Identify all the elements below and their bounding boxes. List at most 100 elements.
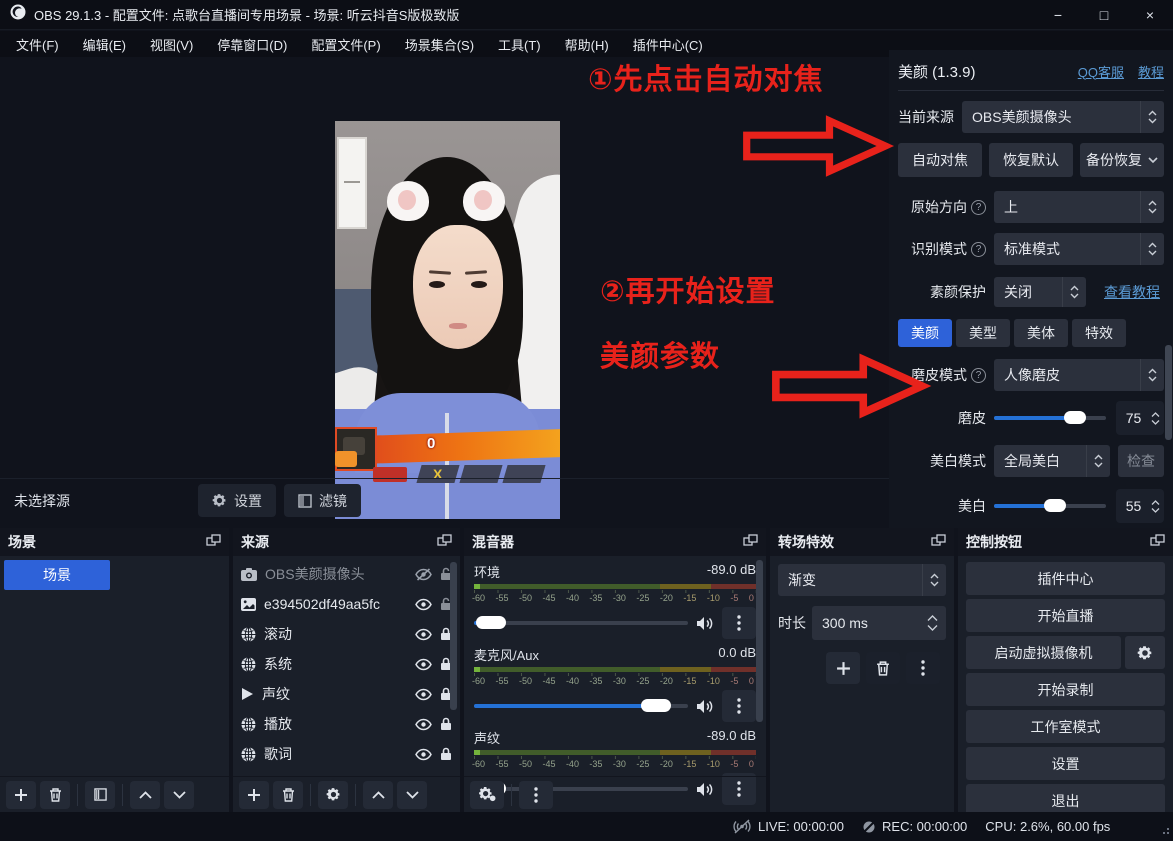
chevron-updown-icon[interactable]: [922, 564, 946, 596]
minimize-button[interactable]: −: [1035, 0, 1081, 30]
eye-icon[interactable]: [415, 598, 432, 611]
channel-menu-button[interactable]: [722, 607, 756, 639]
backup-restore-button[interactable]: 备份恢复: [1080, 143, 1164, 177]
move-scene-down-button[interactable]: [164, 781, 194, 809]
source-row-system[interactable]: 系统: [233, 649, 460, 679]
move-source-down-button[interactable]: [397, 781, 427, 809]
chevron-updown-icon[interactable]: [1140, 101, 1164, 133]
video-preview[interactable]: 0 X: [335, 121, 560, 519]
duration-spinbox[interactable]: 300 ms: [812, 606, 946, 640]
chevron-updown-icon[interactable]: [1140, 191, 1164, 223]
menu-docks[interactable]: 停靠窗口(D): [205, 31, 299, 57]
smooth-slider[interactable]: [994, 416, 1106, 420]
remove-transition-button[interactable]: [866, 652, 900, 684]
chevron-updown-icon[interactable]: [1140, 233, 1164, 265]
move-scene-up-button[interactable]: [130, 781, 160, 809]
scene-item[interactable]: 场景: [4, 560, 110, 590]
tab-effects[interactable]: 特效: [1072, 319, 1126, 347]
eye-icon[interactable]: [415, 658, 432, 671]
resize-grip[interactable]: [1160, 823, 1170, 838]
remove-scene-button[interactable]: [40, 781, 70, 809]
smooth-slider-handle[interactable]: [1064, 411, 1086, 424]
detect-mode-select[interactable]: 标准模式: [994, 233, 1164, 265]
transition-select[interactable]: 渐变: [778, 564, 946, 596]
advanced-audio-button[interactable]: [470, 781, 504, 809]
popout-icon[interactable]: [206, 534, 221, 550]
source-row-scroll[interactable]: 滚动: [233, 619, 460, 649]
source-properties-button[interactable]: [318, 781, 348, 809]
move-source-up-button[interactable]: [363, 781, 393, 809]
smooth-value-stepper[interactable]: 75: [1116, 401, 1164, 435]
tutorial-link[interactable]: 教程: [1138, 62, 1164, 81]
menu-view[interactable]: 视图(V): [138, 31, 205, 57]
orientation-select[interactable]: 上: [994, 191, 1164, 223]
source-row-lyrics[interactable]: 歌词: [233, 739, 460, 769]
whiten-value-stepper[interactable]: 55: [1116, 489, 1164, 523]
virtual-camera-settings-button[interactable]: [1125, 636, 1165, 669]
whiten-slider-handle[interactable]: [1044, 499, 1066, 512]
source-filters-button[interactable]: 滤镜: [284, 484, 361, 517]
speaker-icon[interactable]: [696, 699, 714, 714]
tab-beauty[interactable]: 美颜: [898, 319, 952, 347]
chevron-updown-icon[interactable]: [1140, 359, 1164, 391]
fader-handle[interactable]: [476, 616, 506, 629]
bareface-select[interactable]: 关闭: [994, 277, 1086, 307]
menu-plugin-center[interactable]: 插件中心(C): [621, 31, 715, 57]
popout-icon[interactable]: [1150, 534, 1165, 550]
source-row-image[interactable]: e394502df49aa5fc: [233, 589, 460, 619]
start-recording-button[interactable]: 开始录制: [966, 673, 1165, 706]
menu-profile[interactable]: 配置文件(P): [299, 31, 392, 57]
source-row-play[interactable]: 播放: [233, 709, 460, 739]
mixer-menu-button[interactable]: [519, 781, 553, 809]
check-button[interactable]: 检查: [1118, 445, 1164, 477]
chevron-updown-icon[interactable]: [1062, 277, 1086, 307]
eye-icon[interactable]: [415, 628, 432, 641]
speaker-icon[interactable]: [696, 616, 714, 631]
source-row-media[interactable]: 声纹: [233, 679, 460, 709]
menu-file[interactable]: 文件(F): [4, 31, 71, 57]
help-icon[interactable]: ?: [971, 242, 986, 257]
menu-scene-collection[interactable]: 场景集合(S): [393, 31, 486, 57]
add-transition-button[interactable]: [826, 652, 860, 684]
lock-icon[interactable]: [440, 747, 452, 761]
scene-filters-button[interactable]: [85, 781, 115, 809]
add-source-button[interactable]: [239, 781, 269, 809]
restore-default-button[interactable]: 恢复默认: [989, 143, 1073, 177]
menu-edit[interactable]: 编辑(E): [71, 31, 138, 57]
eye-slash-icon[interactable]: [415, 568, 432, 581]
channel-menu-button[interactable]: [722, 690, 756, 722]
source-settings-button[interactable]: 设置: [198, 484, 276, 517]
settings-button[interactable]: 设置: [966, 747, 1165, 780]
tab-body[interactable]: 美体: [1014, 319, 1068, 347]
beauty-panel-scrollbar[interactable]: [1165, 345, 1172, 440]
add-scene-button[interactable]: [6, 781, 36, 809]
popout-icon[interactable]: [437, 534, 452, 550]
qq-support-link[interactable]: QQ客服: [1078, 62, 1124, 81]
start-virtual-camera-button[interactable]: 启动虚拟摄像机: [966, 636, 1121, 669]
remove-source-button[interactable]: [273, 781, 303, 809]
menu-help[interactable]: 帮助(H): [553, 31, 621, 57]
sources-scrollbar[interactable]: [450, 562, 457, 710]
maximize-button[interactable]: □: [1081, 0, 1127, 30]
autofocus-button[interactable]: 自动对焦: [898, 143, 982, 177]
lock-icon[interactable]: [440, 717, 452, 731]
menu-tools[interactable]: 工具(T): [486, 31, 553, 57]
current-source-select[interactable]: OBS美颜摄像头: [962, 101, 1164, 133]
popout-icon[interactable]: [743, 534, 758, 550]
smooth-mode-select[interactable]: 人像磨皮: [994, 359, 1164, 391]
popout-icon[interactable]: [931, 534, 946, 550]
mixer-scrollbar[interactable]: [756, 560, 763, 722]
chevron-updown-icon[interactable]: [1086, 445, 1110, 477]
whiten-mode-select[interactable]: 全局美白: [994, 445, 1110, 477]
plugin-center-button[interactable]: 插件中心: [966, 562, 1165, 595]
tab-reshape[interactable]: 美型: [956, 319, 1010, 347]
studio-mode-button[interactable]: 工作室模式: [966, 710, 1165, 743]
help-icon[interactable]: ?: [971, 200, 986, 215]
volume-fader[interactable]: [474, 704, 688, 708]
close-button[interactable]: ×: [1127, 0, 1173, 30]
eye-icon[interactable]: [415, 718, 432, 731]
start-streaming-button[interactable]: 开始直播: [966, 599, 1165, 632]
whiten-slider[interactable]: [994, 504, 1106, 508]
fader-handle[interactable]: [641, 699, 671, 712]
volume-fader[interactable]: [474, 621, 688, 625]
